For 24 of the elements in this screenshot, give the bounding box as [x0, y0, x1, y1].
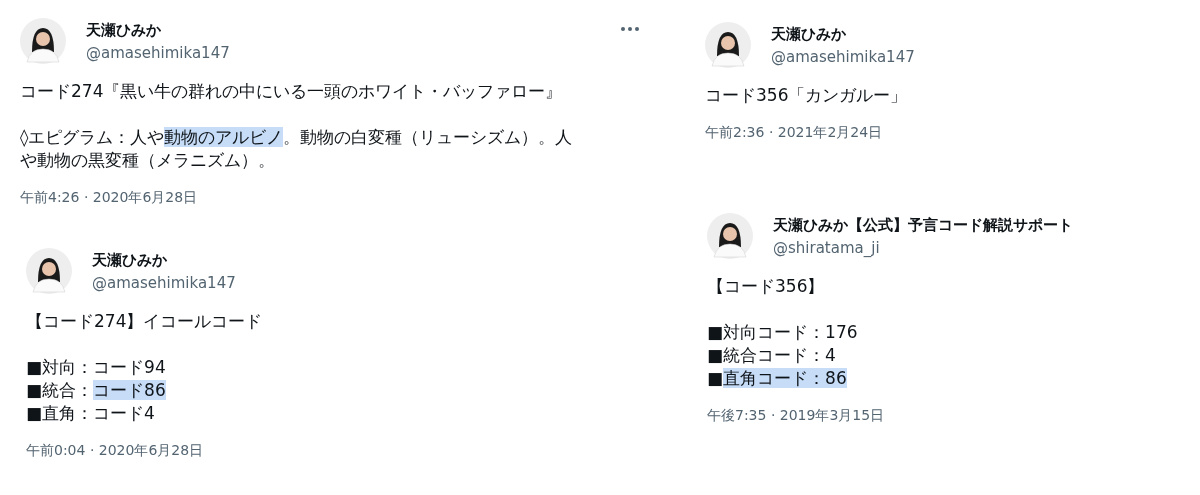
tweet-text: 【コード274】イコールコード [26, 310, 264, 333]
user-name[interactable]: 天瀬ひみか [86, 19, 230, 40]
user-handle[interactable]: @amasehimika147 [92, 272, 236, 293]
tweet-text: コード356「カンガルー」 [705, 84, 909, 107]
tweet-timestamp[interactable]: 午前0:04 · 2020年6月28日 [26, 441, 640, 459]
user-handle[interactable]: @shiratama_ji [773, 237, 1073, 258]
user-handle[interactable]: @amasehimika147 [771, 46, 915, 67]
tweet-text: ■対向コード：176 ■統合コード：4 ■直角コード：86 [707, 321, 859, 390]
tweet-text: ◊エピグラム：人や動物のアルビノ。動物の白変種（リューシズム）。人 や動物の黒変種（メラニズム）。 [20, 126, 574, 172]
more-icon[interactable] [620, 26, 640, 32]
avatar[interactable] [20, 18, 66, 64]
tweet-text: 【コード356】 [707, 275, 826, 298]
user-handle[interactable]: @amasehimika147 [86, 42, 230, 63]
tweet-timestamp[interactable]: 午後7:35 · 2019年3月15日 [707, 406, 1180, 424]
tweet-text: コード274『黒い牛の群れの中にいる一頭のホワイト・バッファロー』 [20, 80, 564, 103]
avatar[interactable] [707, 213, 753, 259]
tweet-timestamp[interactable]: 午前2:36 · 2021年2月24日 [705, 123, 1180, 141]
user-name[interactable]: 天瀬ひみか [771, 23, 915, 44]
user-name[interactable]: 天瀬ひみか [92, 249, 236, 270]
avatar[interactable] [705, 22, 751, 68]
user-name[interactable]: 天瀬ひみか【公式】予言コード解説サポート [773, 214, 1073, 235]
tweet-text: ■対向：コード94 ■統合：コード86 ■直角：コード4 [26, 356, 167, 425]
avatar[interactable] [26, 248, 72, 294]
tweet-timestamp[interactable]: 午前4:26 · 2020年6月28日 [20, 188, 640, 206]
